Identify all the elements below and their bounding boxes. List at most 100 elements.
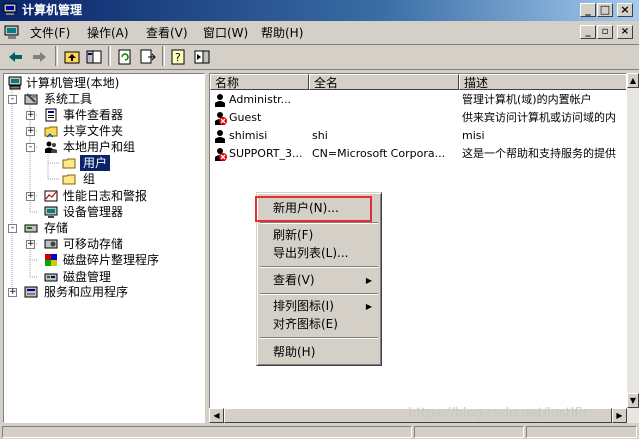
removable-storage-icon (44, 239, 58, 249)
minimize-button[interactable]: _ (580, 3, 596, 17)
status-cell (2, 426, 412, 438)
refresh-icon[interactable] (115, 48, 135, 66)
cell-description: 管理计算机(域)的内置帐户 (462, 93, 592, 106)
vertical-scrollbar[interactable]: ▲ ▼ (627, 73, 639, 423)
menu-item-label: 排列图标(I) (273, 299, 334, 313)
menu-separator (260, 266, 378, 268)
column-header-fullname[interactable]: 全名 (309, 74, 459, 90)
tree-expander[interactable]: + (26, 192, 35, 201)
title-bar[interactable]: 计算机管理 _ □ × (0, 0, 639, 21)
help-icon[interactable]: ? (169, 48, 189, 66)
tree-item-device-manager[interactable]: 设备管理器 (63, 204, 123, 220)
properties-pane-icon[interactable] (192, 48, 212, 66)
disk-defrag-icon (45, 254, 57, 266)
menu-action[interactable]: 操作(A) (87, 25, 129, 41)
tree-expander[interactable]: + (26, 111, 35, 120)
local-users-groups-icon (45, 141, 57, 153)
menu-item-export-list[interactable]: 导出列表(L)... (260, 244, 378, 263)
tree-item-disk-management[interactable]: 磁盘管理 (63, 269, 111, 285)
cell-fullname: shi (312, 129, 328, 142)
menu-window[interactable]: 窗口(W) (203, 25, 248, 41)
up-folder-icon[interactable] (62, 48, 82, 66)
folder-icon (62, 158, 76, 169)
cell-name: SUPPORT_3... (229, 147, 303, 160)
status-bar (0, 426, 639, 439)
export-list-icon[interactable] (138, 48, 158, 66)
disk-management-icon (44, 273, 58, 282)
tree-expander[interactable]: + (26, 127, 35, 136)
console-tree[interactable]: 计算机管理(本地) - 系统工具 + 事件查看器 + 共享文件夹 - 本地用户和… (3, 73, 205, 423)
computer-management-icon (8, 76, 22, 90)
watermark-text: https://blog.csdn.net/lustlfir (408, 406, 588, 421)
submenu-arrow-icon: ▶ (365, 276, 372, 285)
menu-separator (260, 293, 378, 295)
user-icon (215, 94, 225, 107)
toolbar-separator (162, 46, 165, 66)
status-cell (526, 426, 637, 438)
tree-expander[interactable]: - (26, 143, 35, 152)
tree-expander[interactable]: - (8, 95, 17, 104)
menu-item-label: 查看(V) (273, 273, 315, 287)
folder-icon (62, 174, 76, 185)
toolbar-separator (55, 46, 58, 66)
menu-item-arrange-icons[interactable]: 排列图标(I) ▶ (260, 297, 378, 316)
table-row[interactable]: Guest 供来宾访问计算机或访问域的内 (210, 109, 626, 127)
shared-folders-icon (44, 126, 58, 138)
forward-arrow-icon[interactable] (29, 48, 49, 66)
column-header-name[interactable]: 名称 (210, 74, 309, 90)
scroll-down-button[interactable]: ▼ (627, 393, 639, 408)
mmc-console-icon[interactable] (4, 25, 20, 40)
back-arrow-icon[interactable] (6, 48, 26, 66)
tree-item-computer-management[interactable]: 计算机管理(本地) (26, 75, 119, 91)
menu-file[interactable]: 文件(F) (30, 25, 70, 41)
tree-item-disk-defrag[interactable]: 磁盘碎片整理程序 (63, 252, 159, 268)
tree-item-system-tools[interactable]: 系统工具 (44, 91, 92, 107)
system-tools-icon (24, 93, 38, 105)
scroll-left-button[interactable]: ◀ (209, 408, 224, 423)
table-row[interactable]: SUPPORT_3... CN=Microsoft Corpora... 这是一… (210, 145, 626, 163)
tree-item-services-apps[interactable]: 服务和应用程序 (44, 284, 128, 300)
mdi-close-button[interactable]: × (617, 25, 633, 39)
maximize-button[interactable]: □ (597, 3, 613, 17)
menu-item-refresh[interactable]: 刷新(F) (260, 226, 378, 245)
mdi-minimize-button[interactable]: _ (580, 25, 596, 39)
tree-item-users[interactable]: 用户 (80, 155, 111, 171)
show-hide-tree-icon[interactable] (84, 48, 104, 66)
disabled-user-icon (215, 148, 227, 161)
scroll-right-button[interactable]: ▶ (612, 408, 627, 423)
cell-name: Administr... (229, 93, 292, 106)
tree-item-removable-storage[interactable]: 可移动存储 (63, 236, 123, 252)
cell-description: 供来宾访问计算机或访问域的内 (462, 111, 616, 124)
tree-item-groups[interactable]: 组 (83, 171, 95, 187)
table-row[interactable]: shimisi shi misi (210, 127, 626, 145)
cell-description: 这是一个帮助和支持服务的提供 (462, 147, 616, 160)
computer-management-icon (3, 3, 17, 15)
mdi-restore-button[interactable]: ▫ (597, 25, 613, 39)
toolbar-divider (0, 44, 639, 45)
close-button[interactable]: × (617, 3, 633, 17)
tree-item-local-users-groups[interactable]: 本地用户和组 (63, 139, 135, 155)
menu-item-line-up-icons[interactable]: 对齐图标(E) (260, 315, 378, 334)
menu-item-view[interactable]: 查看(V) ▶ (260, 271, 378, 290)
menu-item-label: 对齐图标(E) (273, 317, 338, 331)
tree-expander[interactable]: + (8, 288, 17, 297)
tree-expander[interactable]: + (26, 240, 35, 249)
menu-view[interactable]: 查看(V) (146, 25, 188, 41)
tree-item-storage[interactable]: 存储 (44, 220, 68, 236)
device-manager-icon (44, 206, 58, 218)
menu-help[interactable]: 帮助(H) (261, 25, 303, 41)
tree-item-shared-folders[interactable]: 共享文件夹 (63, 123, 123, 139)
scroll-up-button[interactable]: ▲ (627, 73, 639, 88)
menu-item-label: 刷新(F) (273, 228, 314, 242)
column-header-description[interactable]: 描述 (459, 74, 626, 90)
cell-name: Guest (229, 111, 262, 124)
status-cell (414, 426, 524, 438)
tree-expander[interactable]: - (8, 224, 17, 233)
menu-item-help[interactable]: 帮助(H) (260, 343, 378, 362)
table-row[interactable]: Administr... 管理计算机(域)的内置帐户 (210, 91, 626, 109)
tree-item-event-viewer[interactable]: 事件查看器 (63, 107, 123, 123)
cell-fullname (312, 91, 457, 109)
tree-item-performance-logs[interactable]: 性能日志和警报 (63, 188, 147, 204)
window-title: 计算机管理 (22, 3, 83, 17)
disabled-user-icon (215, 112, 227, 125)
